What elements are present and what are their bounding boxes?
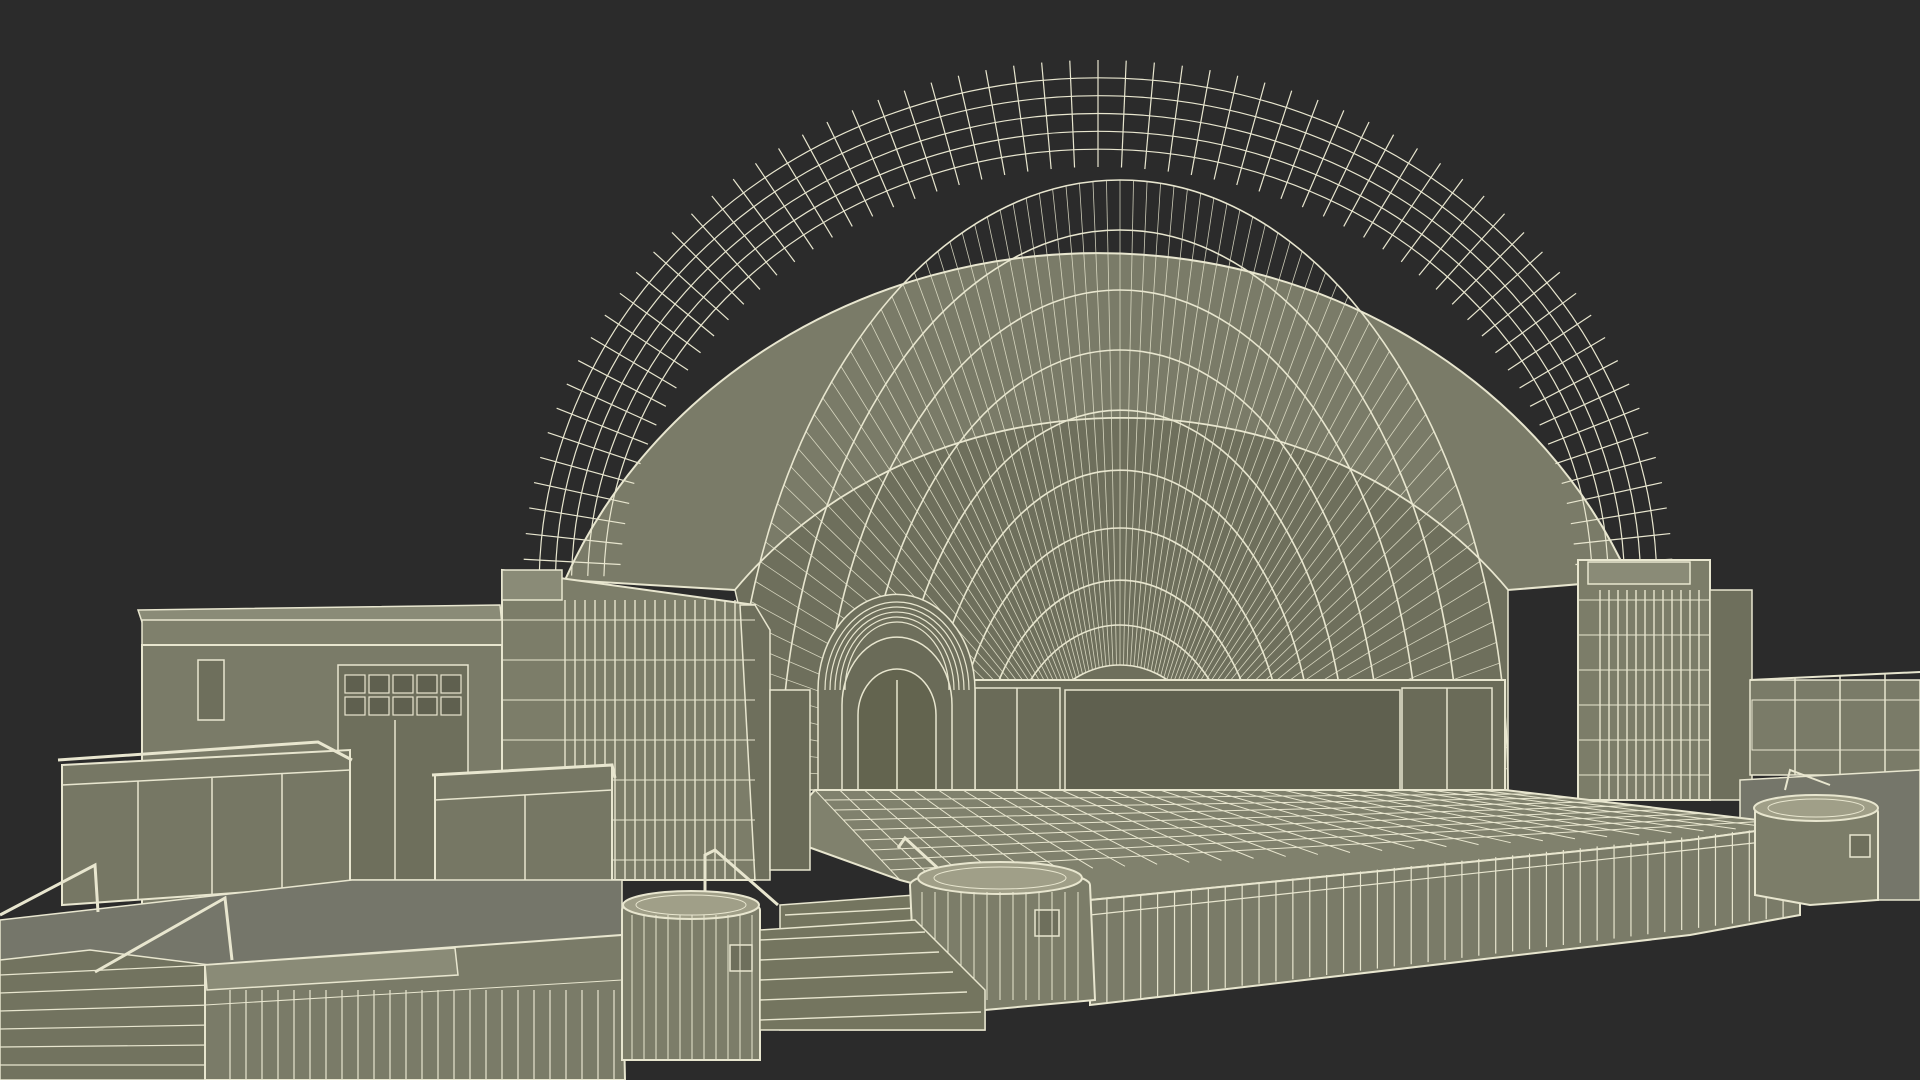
- left-building-window: [197, 659, 225, 721]
- right-pylon-cap: [1587, 561, 1691, 585]
- arched-doorway: [817, 593, 976, 791]
- left-planter: [621, 890, 761, 1061]
- left-planter-body: [621, 894, 761, 1061]
- right-pylon-side: [1709, 589, 1753, 801]
- right-planter: [1753, 794, 1879, 907]
- left-pylon-cap: [501, 569, 563, 601]
- right-annex-wall: [1749, 679, 1920, 776]
- right-pylon: [1577, 559, 1753, 801]
- guard-panel-left: [61, 748, 351, 907]
- bandshell-wireframe-render: [0, 0, 1920, 1080]
- left-planter-plaque: [729, 944, 753, 972]
- left-building-cornice: [141, 619, 503, 646]
- right-planter-plaque: [1849, 834, 1871, 858]
- back-wall: [964, 679, 1506, 791]
- left-pylon-inner-edge: [769, 689, 811, 871]
- render-viewport: [0, 0, 1920, 1080]
- center-stage-backdrop: [1064, 689, 1401, 791]
